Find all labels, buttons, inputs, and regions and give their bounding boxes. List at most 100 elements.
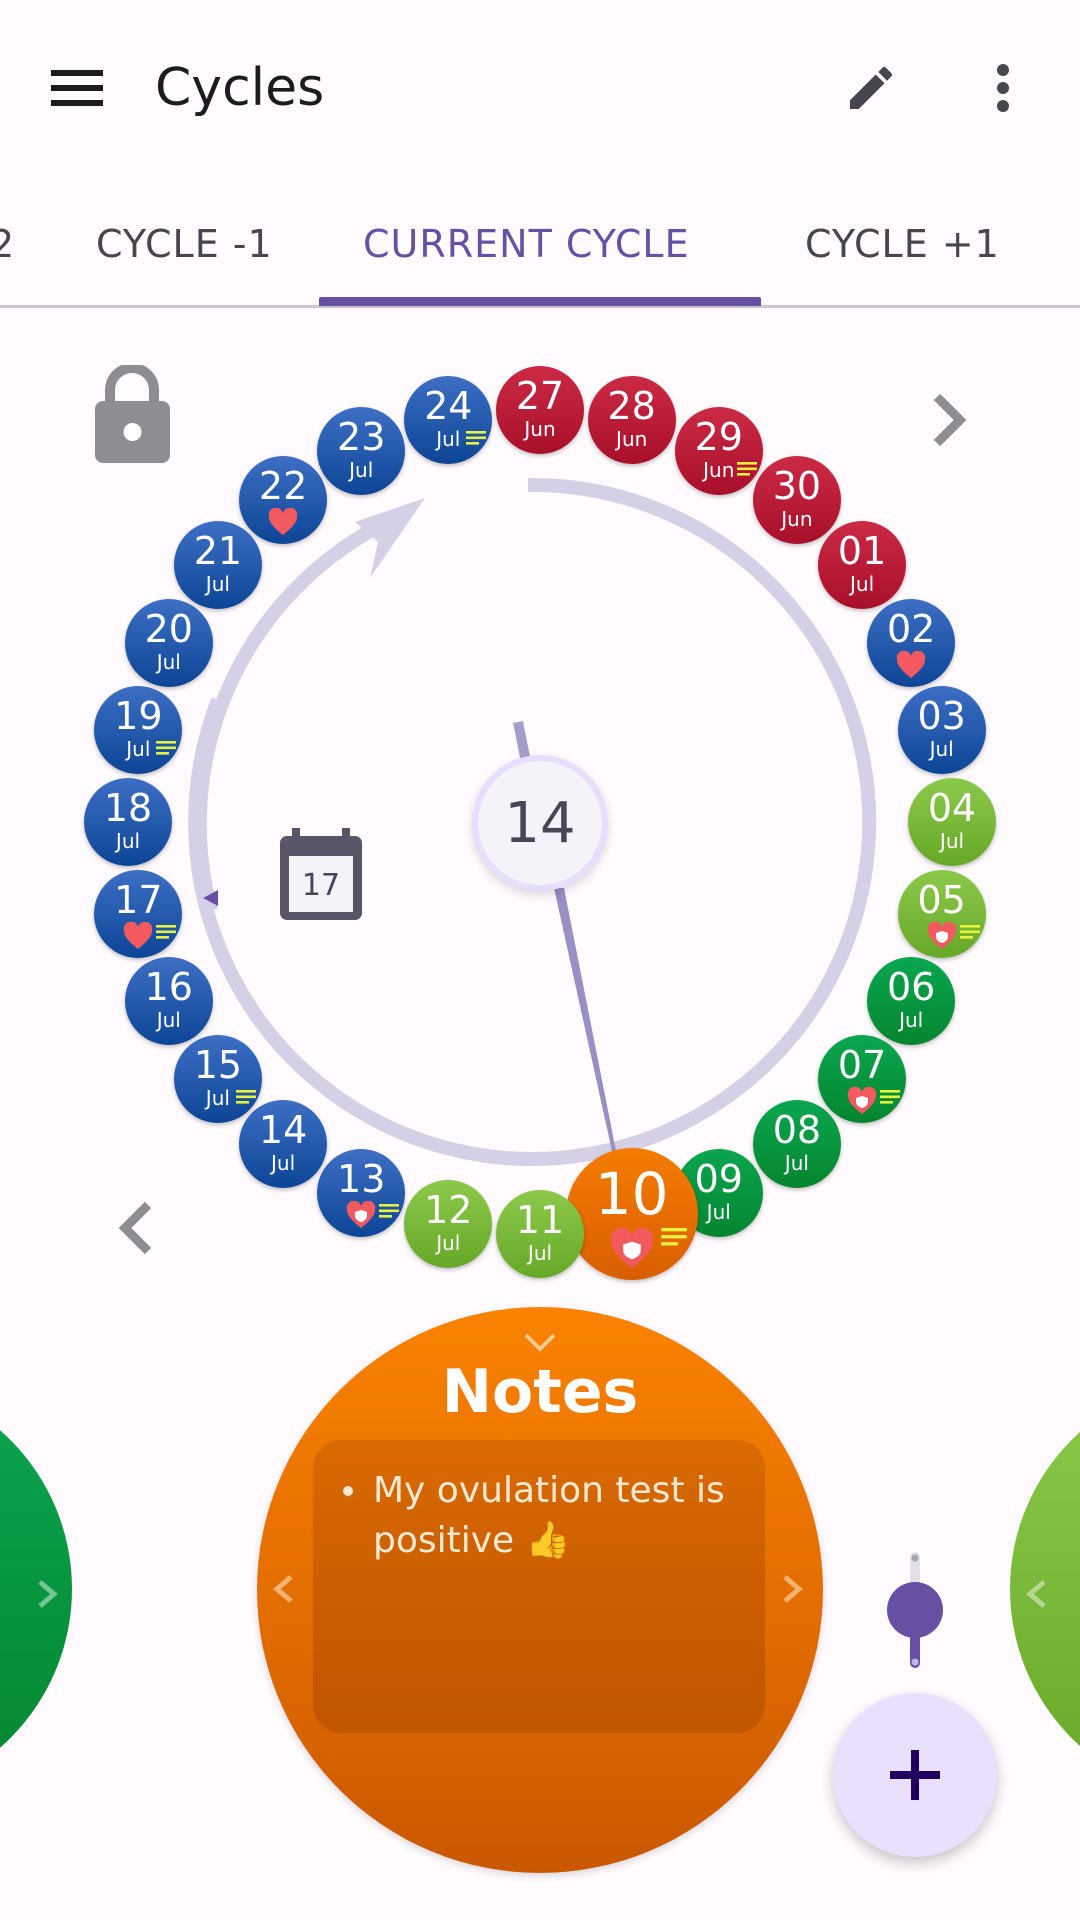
calendar-button[interactable]: 17 <box>278 828 364 922</box>
day-05-jul[interactable]: 05 <box>897 869 986 958</box>
day-number: 01 <box>837 529 887 574</box>
day-month: Jun <box>524 417 556 441</box>
edit-button[interactable] <box>831 48 911 128</box>
previous-cycle-button[interactable] <box>100 1193 170 1263</box>
day-number: 28 <box>607 384 656 429</box>
chevron-left-icon[interactable] <box>269 1569 299 1609</box>
day-number: 15 <box>193 1042 243 1087</box>
day-number: 24 <box>424 384 473 429</box>
day-number: 04 <box>927 786 977 830</box>
heart-icon <box>896 650 926 679</box>
more-options-button[interactable] <box>963 48 1043 128</box>
day-month: Jun <box>781 506 813 531</box>
notes-indicator-icon <box>379 1203 400 1218</box>
chevron-right-icon <box>38 1580 58 1608</box>
slider-track <box>887 1552 943 1668</box>
add-button[interactable] <box>833 1693 997 1857</box>
day-number: 20 <box>144 607 193 652</box>
day-13-jul[interactable]: 13 <box>317 1149 406 1238</box>
day-number: 29 <box>694 414 743 459</box>
more-vert-icon <box>997 64 1009 112</box>
cycle-day-knob[interactable]: 14 <box>472 755 608 891</box>
day-number: 27 <box>515 374 565 418</box>
protected-intercourse-icon <box>927 921 957 950</box>
day-12-jul[interactable]: 12 Jul <box>404 1179 493 1268</box>
day-number: 06 <box>887 964 936 1009</box>
day-18-jul[interactable]: 18 Jul <box>84 778 172 866</box>
chevron-down-icon[interactable] <box>520 1329 560 1355</box>
day-number: 12 <box>424 1187 473 1232</box>
day-15-jul[interactable]: 15 Jul <box>173 1034 262 1123</box>
cycle-tabs: 2 CYCLE -1 CURRENT CYCLE CYCLE +1 <box>0 200 1080 308</box>
day-17-jul[interactable]: 17 <box>94 869 183 958</box>
hamburger-menu-icon <box>51 70 103 106</box>
tab-cycle-minus-2[interactable]: 2 <box>0 222 15 266</box>
notes-indicator-icon <box>660 1227 688 1246</box>
day-number: 17 <box>114 877 163 922</box>
tab-cycle-plus-1[interactable]: CYCLE +1 <box>805 222 1000 266</box>
day-14-jul[interactable]: 14 Jul <box>239 1100 328 1189</box>
protected-intercourse-icon <box>610 1227 654 1270</box>
previous-card[interactable] <box>0 1378 72 1800</box>
day-month: Jul <box>156 650 181 675</box>
day-month: Jul <box>115 829 141 853</box>
day-21-jul[interactable]: 21 Jul <box>173 521 262 610</box>
day-number: 22 <box>258 463 308 508</box>
tab-current-cycle[interactable]: CURRENT CYCLE <box>363 222 690 266</box>
day-number: 13 <box>337 1157 386 1202</box>
day-number: 14 <box>258 1108 308 1153</box>
plus-icon <box>890 1750 940 1800</box>
protected-intercourse-icon <box>346 1200 376 1229</box>
day-08-jul[interactable]: 08 Jul <box>752 1100 841 1189</box>
day-number: 19 <box>114 694 163 739</box>
notes-indicator-icon <box>959 924 980 939</box>
day-01-jul[interactable]: 01 Jul <box>818 521 907 610</box>
day-20-jul[interactable]: 20 Jul <box>124 599 213 688</box>
day-04-jul[interactable]: 04 Jul <box>908 778 996 866</box>
next-cycle-button[interactable] <box>915 385 985 455</box>
day-06-jul[interactable]: 06 Jul <box>867 956 956 1045</box>
heart-icon <box>123 921 153 950</box>
day-11-jul[interactable]: 11 Jul <box>496 1190 584 1278</box>
day-03-jul[interactable]: 03 Jul <box>897 686 986 775</box>
vertical-slider[interactable] <box>885 1550 945 1670</box>
day-number: 16 <box>144 964 193 1009</box>
pencil-icon <box>850 66 893 109</box>
day-month: Jul <box>899 1007 924 1032</box>
menu-button[interactable] <box>37 48 117 128</box>
chevron-right-icon[interactable] <box>777 1569 807 1609</box>
day-number: 23 <box>337 414 386 459</box>
protected-intercourse-icon <box>847 1086 877 1115</box>
notes-indicator-icon <box>156 740 177 755</box>
active-tab-indicator <box>319 297 761 306</box>
notes-content[interactable]: My ovulation test is positive 👍 <box>313 1440 765 1733</box>
calendar-day-number: 17 <box>301 868 341 903</box>
day-28-jun[interactable]: 28 Jun <box>587 376 676 465</box>
day-16-jul[interactable]: 16 Jul <box>124 956 213 1045</box>
day-month: Jul <box>156 1007 181 1032</box>
day-23-jul[interactable]: 23 Jul <box>317 406 406 495</box>
day-month: Jul <box>349 457 374 482</box>
next-card[interactable] <box>1010 1378 1080 1800</box>
notes-card[interactable]: Notes My ovulation test is positive 👍 <box>257 1307 823 1873</box>
day-number: 30 <box>772 463 822 508</box>
lock-icon <box>95 363 170 463</box>
day-22-jul[interactable]: 22 <box>239 455 328 544</box>
day-number: 11 <box>515 1198 565 1242</box>
day-27-jun[interactable]: 27 Jun <box>496 366 584 454</box>
tab-cycle-minus-1[interactable]: CYCLE -1 <box>96 222 273 266</box>
day-number: 05 <box>917 877 966 922</box>
lock-button[interactable] <box>90 363 175 465</box>
day-number: 07 <box>837 1042 887 1087</box>
day-number: 18 <box>103 786 153 830</box>
notes-title: Notes <box>441 1357 639 1427</box>
notes-list: My ovulation test is positive 👍 <box>335 1466 755 1566</box>
day-month: Jul <box>527 1241 553 1265</box>
day-month: Jun <box>616 427 648 452</box>
slider-thumb <box>887 1582 943 1638</box>
day-29-jun[interactable]: 29 Jun <box>674 406 763 495</box>
day-number: 10 <box>594 1159 669 1228</box>
day-02-jul[interactable]: 02 <box>867 599 956 688</box>
day-month: Jul <box>929 737 954 762</box>
day-10-jul[interactable]: 10 <box>565 1147 698 1280</box>
